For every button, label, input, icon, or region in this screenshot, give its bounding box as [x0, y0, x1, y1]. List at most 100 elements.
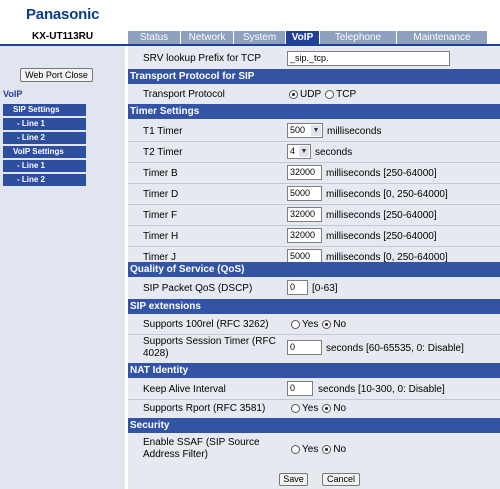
cancel-button[interactable]: Cancel: [322, 473, 360, 486]
brand-logo: Panasonic: [26, 6, 100, 23]
rel100-no-radio[interactable]: [322, 320, 332, 329]
divider: [128, 183, 500, 184]
session-timer-label-line2: 4028): [143, 348, 169, 359]
section-nat-identity: NAT Identity: [128, 363, 500, 378]
ssaf-row: Enable SSAF (SIP Source Address Filter) …: [128, 436, 500, 462]
tab-status[interactable]: Status: [128, 31, 181, 44]
transport-udp-radio[interactable]: [289, 90, 298, 99]
transport-tcp-radio[interactable]: [325, 90, 335, 99]
timer-d-unit: milliseconds [0, 250-64000]: [326, 189, 448, 200]
t2-row: T2 Timer 4 ▼ seconds: [128, 143, 500, 161]
divider: [128, 334, 500, 335]
t2-value: 4: [290, 146, 296, 156]
rel100-no-label: No: [333, 319, 347, 330]
ssaf-radio-group: Yes No: [291, 444, 346, 455]
sidebar-item-voip-line-1[interactable]: - Line 1: [3, 160, 86, 172]
session-timer-row: Supports Session Timer (RFC 4028) 0 seco…: [128, 336, 500, 362]
divider: [128, 162, 500, 163]
tab-network[interactable]: Network: [181, 31, 234, 44]
sidebar-item-voip-settings[interactable]: VoIP Settings: [3, 146, 86, 158]
ssaf-yes-label: Yes: [302, 444, 319, 455]
t1-select[interactable]: 500 ▼: [287, 123, 323, 138]
ssaf-no-radio[interactable]: [322, 445, 332, 454]
rport-radio-group: Yes No: [291, 403, 346, 414]
rport-yes-label: Yes: [302, 403, 319, 414]
session-timer-label-line1: Supports Session Timer (RFC: [143, 336, 276, 347]
timer-b-label: Timer B: [143, 168, 178, 179]
timer-f-label: Timer F: [143, 210, 178, 221]
chevron-down-icon: ▼: [299, 146, 309, 157]
divider: [128, 246, 500, 247]
tab-voip[interactable]: VoIP: [286, 31, 320, 44]
timer-b-unit: milliseconds [250-64000]: [326, 168, 437, 179]
rel100-row: Supports 100rel (RFC 3262) Yes No: [128, 316, 500, 333]
sidebar-item-voip-line-2[interactable]: - Line 2: [3, 174, 86, 186]
rport-row: Supports Rport (RFC 3581) Yes No: [128, 401, 500, 417]
rel100-yes-radio[interactable]: [291, 320, 300, 329]
keep-alive-label: Keep Alive Interval: [143, 384, 226, 395]
t1-value: 500: [290, 125, 306, 135]
rel100-yes-label: Yes: [302, 319, 319, 330]
header: Panasonic KX-UT113RU Status Network Syst…: [0, 0, 500, 44]
rport-yes-radio[interactable]: [291, 404, 300, 413]
sidebar-item-sip-line-1[interactable]: - Line 1: [3, 118, 86, 130]
section-sip-extensions: SIP extensions: [128, 299, 500, 314]
sip-qos-input[interactable]: 0: [287, 280, 308, 295]
ssaf-yes-radio[interactable]: [291, 445, 300, 454]
top-tabs: Status Network System VoIP Telephone Mai…: [128, 31, 487, 44]
ssaf-label-line1: Enable SSAF (SIP Source: [143, 437, 260, 448]
t2-select[interactable]: 4 ▼: [287, 144, 311, 159]
sip-qos-unit: [0-63]: [312, 283, 338, 294]
chevron-down-icon: ▼: [311, 125, 321, 136]
timer-f-row: Timer F 32000 milliseconds [250-64000]: [128, 206, 500, 224]
transport-tcp-label: TCP: [336, 89, 357, 100]
transport-udp-label: UDP: [300, 89, 322, 100]
save-button[interactable]: Save: [279, 473, 308, 486]
button-bar: Save Cancel: [128, 469, 500, 489]
rport-no-label: No: [333, 403, 347, 414]
keep-alive-input[interactable]: 0: [287, 381, 313, 396]
divider: [128, 141, 500, 142]
section-timer-settings: Timer Settings: [128, 104, 500, 119]
timer-d-input[interactable]: 5000: [287, 186, 322, 201]
timer-f-unit: milliseconds [250-64000]: [326, 210, 437, 221]
section-security: Security: [128, 418, 500, 433]
divider: [128, 204, 500, 205]
sip-qos-label: SIP Packet QoS (DSCP): [143, 283, 253, 294]
sidebar-section-voip: VoIP: [3, 89, 23, 99]
timer-f-input[interactable]: 32000: [287, 207, 322, 222]
divider: [128, 225, 500, 226]
tab-system[interactable]: System: [234, 31, 286, 44]
session-timer-unit: seconds [60-65535, 0: Disable]: [326, 343, 464, 354]
timer-h-label: Timer H: [143, 231, 179, 242]
sip-qos-row: SIP Packet QoS (DSCP) 0 [0-63]: [128, 279, 500, 297]
session-timer-input[interactable]: 0: [287, 340, 322, 355]
rport-no-radio[interactable]: [322, 404, 332, 413]
keep-alive-row: Keep Alive Interval 0 seconds [10-300, 0…: [128, 380, 500, 398]
transport-radio-group: UDP TCP: [289, 89, 356, 100]
timer-d-label: Timer D: [143, 189, 179, 200]
transport-row: Transport Protocol UDP TCP: [128, 86, 500, 102]
sidebar-item-sip-settings[interactable]: SIP Settings: [3, 104, 86, 116]
model-name: KX-UT113RU: [32, 31, 94, 42]
timer-b-input[interactable]: 32000: [287, 165, 322, 180]
timer-d-row: Timer D 5000 milliseconds [0, 250-64000]: [128, 185, 500, 203]
transport-label: Transport Protocol: [143, 89, 225, 100]
t1-label: T1 Timer: [143, 126, 183, 137]
timer-b-row: Timer B 32000 milliseconds [250-64000]: [128, 164, 500, 182]
sidebar-item-sip-line-2[interactable]: - Line 2: [3, 132, 86, 144]
t2-label: T2 Timer: [143, 147, 183, 158]
timer-h-input[interactable]: 32000: [287, 228, 322, 243]
timer-h-unit: milliseconds [250-64000]: [326, 231, 437, 242]
tab-maintenance[interactable]: Maintenance: [397, 31, 487, 44]
srv-lookup-row: SRV lookup Prefix for TCP _sip._tcp.: [128, 50, 500, 66]
t1-row: T1 Timer 500 ▼ milliseconds: [128, 122, 500, 140]
settings-panel: SRV lookup Prefix for TCP _sip._tcp. Tra…: [128, 46, 500, 489]
rel100-label: Supports 100rel (RFC 3262): [143, 319, 269, 330]
tab-telephone[interactable]: Telephone: [320, 31, 397, 44]
timer-h-row: Timer H 32000 milliseconds [250-64000]: [128, 227, 500, 245]
rport-label: Supports Rport (RFC 3581): [143, 403, 266, 414]
srv-lookup-input[interactable]: _sip._tcp.: [287, 51, 450, 66]
sidebar: Web Port Close VoIP SIP Settings - Line …: [0, 46, 125, 489]
web-port-close-button[interactable]: Web Port Close: [20, 68, 93, 82]
